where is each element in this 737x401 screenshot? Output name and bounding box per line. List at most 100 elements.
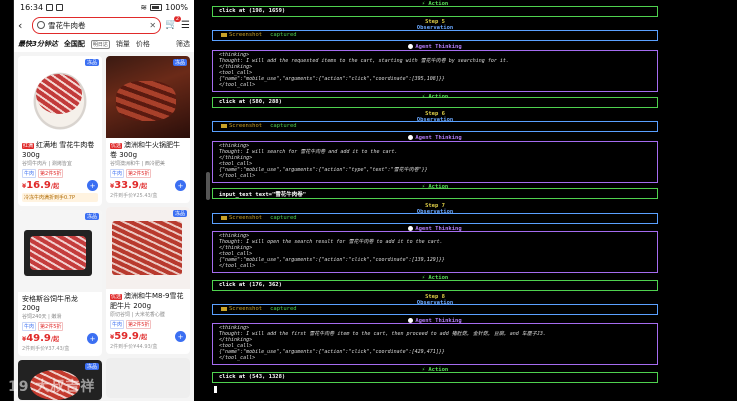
screenshot-status: Screenshot captured: [221, 32, 297, 38]
product-title: 优选 澳洲和牛M8-9雪花肥牛片 200g: [110, 292, 184, 310]
status-time: 16:34: [20, 2, 44, 12]
product-subtitle: 原切谷饲 | 大米花香心膛: [110, 312, 165, 318]
action-box: click at (580, 288): [212, 97, 658, 108]
product-promo: 冷冻牛肉满折到手0.7P: [22, 193, 98, 202]
thinking-box: <thinking> Thought: I will add the first…: [212, 323, 658, 365]
tool-close: </tool_call>: [219, 82, 256, 88]
action-text: click at (176, 362): [219, 282, 282, 288]
add-to-cart-button[interactable]: +: [175, 180, 186, 191]
notification-icon: [46, 3, 54, 11]
action-box: input_text text="雪花牛肉卷": [212, 188, 658, 199]
camera-icon: [221, 215, 227, 220]
product-card[interactable]: [106, 358, 190, 398]
product-chip: 牛肉: [22, 322, 37, 331]
product-chip: 牛肉: [22, 169, 37, 178]
product-corner-tag: 冻品: [172, 59, 187, 66]
product-corner-tag: 冻品: [84, 363, 99, 370]
thought-text: Thought: I will open the search result f…: [219, 239, 443, 245]
action-box: click at (198, 1659): [212, 6, 658, 17]
filter-nationwide[interactable]: 全国配: [64, 39, 85, 49]
product-price: ¥33.9/起: [110, 180, 148, 191]
cart-icon[interactable]: 🛒 2: [165, 16, 182, 31]
back-arrow-icon[interactable]: ‹: [18, 19, 28, 32]
product-chip: 牛肉: [110, 320, 125, 329]
thinking-icon: [408, 135, 414, 140]
filter-sales[interactable]: 销量: [116, 39, 130, 49]
thinking-box: <thinking> Thought: I will add the reque…: [212, 50, 658, 92]
action-text: click at (543, 1328): [219, 374, 286, 380]
product-brand-tag: 优选: [110, 143, 123, 149]
screenshot-status: Screenshot captured: [221, 215, 297, 221]
resize-handle[interactable]: [206, 172, 210, 200]
add-to-cart-button[interactable]: +: [87, 333, 98, 344]
product-card[interactable]: 冻品 优选 澳洲和牛M8-9雪花肥牛片 200g 原切谷饲 | 大米花香心膛 牛肉…: [106, 207, 190, 354]
thinking-box: <thinking> Thought: I will open the sear…: [212, 231, 658, 273]
action-box: click at (543, 1328): [212, 372, 658, 383]
search-query: 雪花牛肉卷: [48, 20, 86, 30]
filter-tag: 明日达: [90, 39, 110, 49]
product-bundle-price: 2件到手价¥44.93/盒: [110, 344, 158, 350]
search-input[interactable]: 雪花牛肉卷 ✕: [32, 16, 162, 34]
product-subtitle: 谷饲澳洲和牛 | 西冷肥美: [110, 161, 165, 167]
thinking-icon: [408, 44, 414, 49]
filter-price[interactable]: 价格: [136, 39, 150, 49]
add-to-cart-button[interactable]: +: [87, 180, 98, 191]
product-bundle-price: 2件到手价¥25.43/盒: [110, 193, 158, 199]
product-image: [106, 358, 190, 398]
screenshot-status: Screenshot captured: [221, 306, 297, 312]
thought-text: Thought: I will add the requested items …: [219, 58, 509, 64]
battery-icon: [150, 3, 163, 11]
product-brand-tag: 优选: [110, 294, 123, 300]
product-subtitle: 谷饲240天 | 嫩滑: [22, 314, 62, 320]
product-price: ¥16.9/起: [22, 180, 60, 191]
filter-bar: 最快3分钟达 全国配 明日达 销量 价格 筛选: [14, 36, 194, 52]
product-card[interactable]: 冻品 红满 红满地 雪花牛肉卷300g 谷饲牛肉片 | 涮烤皆宜 牛肉 第2件5折 …: [18, 56, 102, 206]
action-text: click at (198, 1659): [219, 8, 286, 14]
filter-button[interactable]: 筛选: [176, 39, 190, 49]
product-card[interactable]: 冻品 安格斯谷饲牛吊龙 200g 谷饲240天 | 嫩滑 牛肉 第2件5折 ¥49…: [18, 210, 102, 356]
product-subtitle: 谷饲牛肉片 | 涮烤皆宜: [22, 161, 72, 167]
observation-box: Screenshot captured: [212, 304, 658, 315]
camera-icon: [221, 123, 227, 128]
cart-badge: 2: [173, 16, 182, 22]
product-image: 冻品: [18, 56, 102, 138]
product-corner-tag: 冻品: [84, 213, 99, 220]
search-bar: ‹ 雪花牛肉卷 ✕ 🛒 2 ☰: [14, 14, 194, 36]
tool-close: </tool_call>: [219, 263, 256, 269]
agent-log-panel: ⚡ Action click at (198, 1659) Step 5 Obs…: [212, 0, 660, 401]
product-chip: 第2件5折: [38, 169, 64, 178]
camera-icon: [221, 306, 227, 311]
action-box: click at (176, 362): [212, 280, 658, 291]
filter-fast-delivery[interactable]: 最快3分钟达: [18, 39, 58, 49]
status-bar: 16:34 ≋ 100%: [14, 0, 194, 14]
product-chip: 牛肉: [110, 169, 125, 178]
product-grid: 冻品 红满 红满地 雪花牛肉卷300g 谷饲牛肉片 | 涮烤皆宜 牛肉 第2件5折 …: [14, 52, 194, 400]
watermark: 19 大叔吉祥: [8, 379, 96, 395]
product-chip: 第2件5折: [38, 322, 64, 331]
product-image: 冻品: [106, 207, 190, 289]
terminal-cursor: [214, 386, 217, 393]
observation-box: Screenshot captured: [212, 121, 658, 132]
product-title: 红满 红满地 雪花牛肉卷300g: [22, 141, 95, 159]
notification-icon: [56, 3, 64, 11]
search-icon: [37, 21, 45, 29]
product-bundle-price: 2件到手价¥37.43/盒: [22, 346, 70, 352]
observation-box: Screenshot captured: [212, 30, 658, 41]
product-title: 优选 澳洲和牛火锅肥牛卷 300g: [110, 141, 181, 159]
product-brand-tag: 红满: [22, 143, 35, 149]
tool-close: </tool_call>: [219, 355, 256, 361]
product-card[interactable]: 冻品 优选 澳洲和牛火锅肥牛卷 300g 谷饲澳洲和牛 | 西冷肥美 牛肉 第2件5…: [106, 56, 190, 203]
action-text: click at (580, 288): [219, 99, 282, 105]
observation-box: Screenshot captured: [212, 213, 658, 224]
product-corner-tag: 冻品: [84, 59, 99, 66]
menu-icon[interactable]: ☰: [181, 20, 190, 31]
product-price: ¥49.9/起: [22, 333, 60, 344]
product-price: ¥59.9/起: [110, 331, 148, 342]
clear-icon[interactable]: ✕: [149, 21, 156, 30]
thought-text: Thought: I will add the first 雪花牛肉卷 item…: [219, 331, 546, 337]
action-text: input_text text="雪花牛肉卷": [219, 192, 307, 198]
add-to-cart-button[interactable]: +: [175, 331, 186, 342]
thinking-box: <thinking> Thought: I will search for 雪花…: [212, 141, 658, 183]
product-image: 冻品: [106, 56, 190, 138]
product-corner-tag: 冻品: [172, 210, 187, 217]
